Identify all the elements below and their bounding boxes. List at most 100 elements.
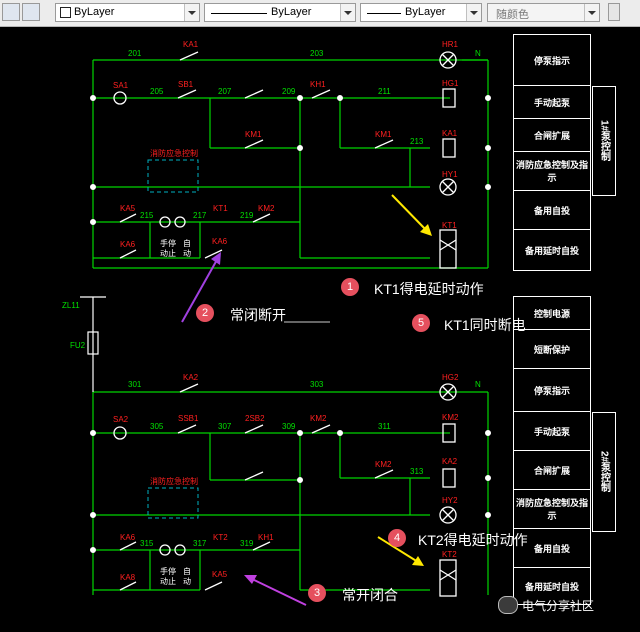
- svg-text:KM2: KM2: [310, 414, 327, 423]
- panel-side-label: 1#泵控制: [592, 86, 616, 196]
- layer-label: ByLayer: [74, 6, 115, 18]
- panel-row: 停泵指示: [513, 34, 591, 86]
- annotation-badge: 2: [196, 304, 214, 322]
- plot-style-dropdown[interactable]: 随颜色: [487, 3, 600, 22]
- svg-text:207: 207: [218, 87, 232, 96]
- svg-text:KT2: KT2: [442, 550, 457, 559]
- panel-row: 备用延时自投: [513, 229, 591, 271]
- annotation-badge: 5: [412, 314, 430, 332]
- svg-text:自: 自: [183, 238, 191, 248]
- svg-text:KA2: KA2: [442, 457, 458, 466]
- wechat-icon: [498, 596, 518, 614]
- svg-text:KM2: KM2: [258, 204, 275, 213]
- svg-text:ZL11: ZL11: [62, 301, 80, 310]
- panel-row: 消防应急控制及指示: [513, 151, 591, 191]
- svg-text:HG1: HG1: [442, 79, 459, 88]
- annotation-text: KT1同时断电: [444, 317, 526, 333]
- svg-text:211: 211: [378, 87, 391, 96]
- svg-text:209: 209: [282, 87, 296, 96]
- svg-text:219: 219: [240, 211, 254, 220]
- svg-text:消防应急控制: 消防应急控制: [150, 476, 198, 486]
- svg-text:203: 203: [310, 49, 324, 58]
- svg-text:KA6: KA6: [120, 533, 136, 542]
- svg-text:315: 315: [140, 539, 154, 548]
- toolbar-grip-icon[interactable]: [608, 3, 620, 21]
- linetype-dropdown[interactable]: ByLayer: [204, 3, 356, 22]
- svg-text:动止: 动止: [160, 576, 176, 586]
- panel-row: 短断保护: [513, 329, 591, 369]
- svg-text:HG2: HG2: [442, 373, 459, 382]
- panel-side-label: 2#泵控制: [592, 412, 616, 532]
- svg-text:SA2: SA2: [113, 415, 129, 424]
- svg-text:KH1: KH1: [258, 533, 274, 542]
- panel-row: 手动起泵: [513, 411, 591, 451]
- svg-text:SA1: SA1: [113, 81, 129, 90]
- panel-row: 消防应急控制及指示: [513, 489, 591, 529]
- svg-text:KM1: KM1: [245, 130, 262, 139]
- svg-text:手停: 手停: [160, 238, 176, 248]
- annotation-badge: 1: [341, 278, 359, 296]
- svg-text:309: 309: [282, 422, 296, 431]
- svg-text:KT1: KT1: [213, 204, 228, 213]
- layer-color-dropdown[interactable]: ByLayer: [55, 3, 200, 22]
- svg-text:KA6: KA6: [120, 240, 136, 249]
- annotation-text: KT1得电延时动作: [374, 281, 484, 297]
- svg-text:311: 311: [378, 422, 391, 431]
- layer-states-icon[interactable]: [2, 3, 20, 21]
- annotation-badge: 4: [388, 529, 406, 547]
- panel-row: 合闸扩展: [513, 118, 591, 152]
- svg-text:2SB2: 2SB2: [245, 414, 265, 423]
- svg-text:KH1: KH1: [310, 80, 326, 89]
- svg-text:N: N: [475, 49, 481, 58]
- svg-text:213: 213: [410, 137, 424, 146]
- svg-text:KT1: KT1: [442, 221, 457, 230]
- svg-text:SB1: SB1: [178, 80, 194, 89]
- small-labels: 手停自 动止动 手停自 动止动: [160, 238, 191, 586]
- layer-previous-icon[interactable]: [22, 3, 40, 21]
- svg-text:317: 317: [193, 539, 207, 548]
- svg-text:KT2: KT2: [213, 533, 228, 542]
- chevron-down-icon[interactable]: [340, 4, 355, 21]
- svg-text:313: 313: [410, 467, 424, 476]
- svg-text:N: N: [475, 380, 481, 389]
- svg-text:319: 319: [240, 539, 254, 548]
- svg-text:HY2: HY2: [442, 496, 458, 505]
- plot-style-label: 随颜色: [496, 9, 529, 21]
- svg-text:KA5: KA5: [212, 570, 228, 579]
- svg-text:KM2: KM2: [375, 460, 392, 469]
- svg-text:HY1: HY1: [442, 170, 458, 179]
- svg-text:KA1: KA1: [442, 129, 458, 138]
- toolbar: ByLayer ByLayer ByLayer 随颜色: [0, 0, 640, 27]
- chevron-down-icon[interactable]: [584, 4, 599, 21]
- annotation-badge: 3: [308, 584, 326, 602]
- svg-text:KA6: KA6: [212, 237, 228, 246]
- watermark-text: 电气分享社区: [522, 598, 595, 613]
- svg-text:SSB1: SSB1: [178, 414, 199, 423]
- svg-text:动止: 动止: [160, 248, 176, 258]
- svg-text:消防应急控制: 消防应急控制: [150, 148, 198, 158]
- panel-row: 合闸扩展: [513, 450, 591, 490]
- svg-text:205: 205: [150, 87, 164, 96]
- panel-row: 手动起泵: [513, 85, 591, 119]
- annotation-text: 常开闭合: [342, 587, 398, 603]
- svg-text:215: 215: [140, 211, 154, 220]
- chevron-down-icon[interactable]: [184, 4, 199, 21]
- svg-text:动: 动: [183, 248, 191, 258]
- linetype-preview: [211, 13, 267, 14]
- panel-row: 备用自投: [513, 190, 591, 230]
- svg-text:自: 自: [183, 566, 191, 576]
- svg-text:KM1: KM1: [375, 130, 392, 139]
- svg-text:HR1: HR1: [442, 40, 459, 49]
- svg-text:FU2: FU2: [70, 341, 86, 350]
- color-swatch-icon: [60, 7, 71, 18]
- annotation-text: KT2得电延时动作: [418, 532, 528, 548]
- svg-text:305: 305: [150, 422, 164, 431]
- watermark: 电气分享社区: [498, 594, 594, 616]
- svg-text:手停: 手停: [160, 566, 176, 576]
- chevron-down-icon[interactable]: [466, 4, 481, 21]
- svg-text:KA2: KA2: [183, 373, 199, 382]
- annotation-text: 常闭断开: [230, 307, 286, 323]
- lineweight-dropdown[interactable]: ByLayer: [360, 3, 482, 22]
- svg-text:KA1: KA1: [183, 40, 199, 49]
- svg-text:201: 201: [128, 49, 142, 58]
